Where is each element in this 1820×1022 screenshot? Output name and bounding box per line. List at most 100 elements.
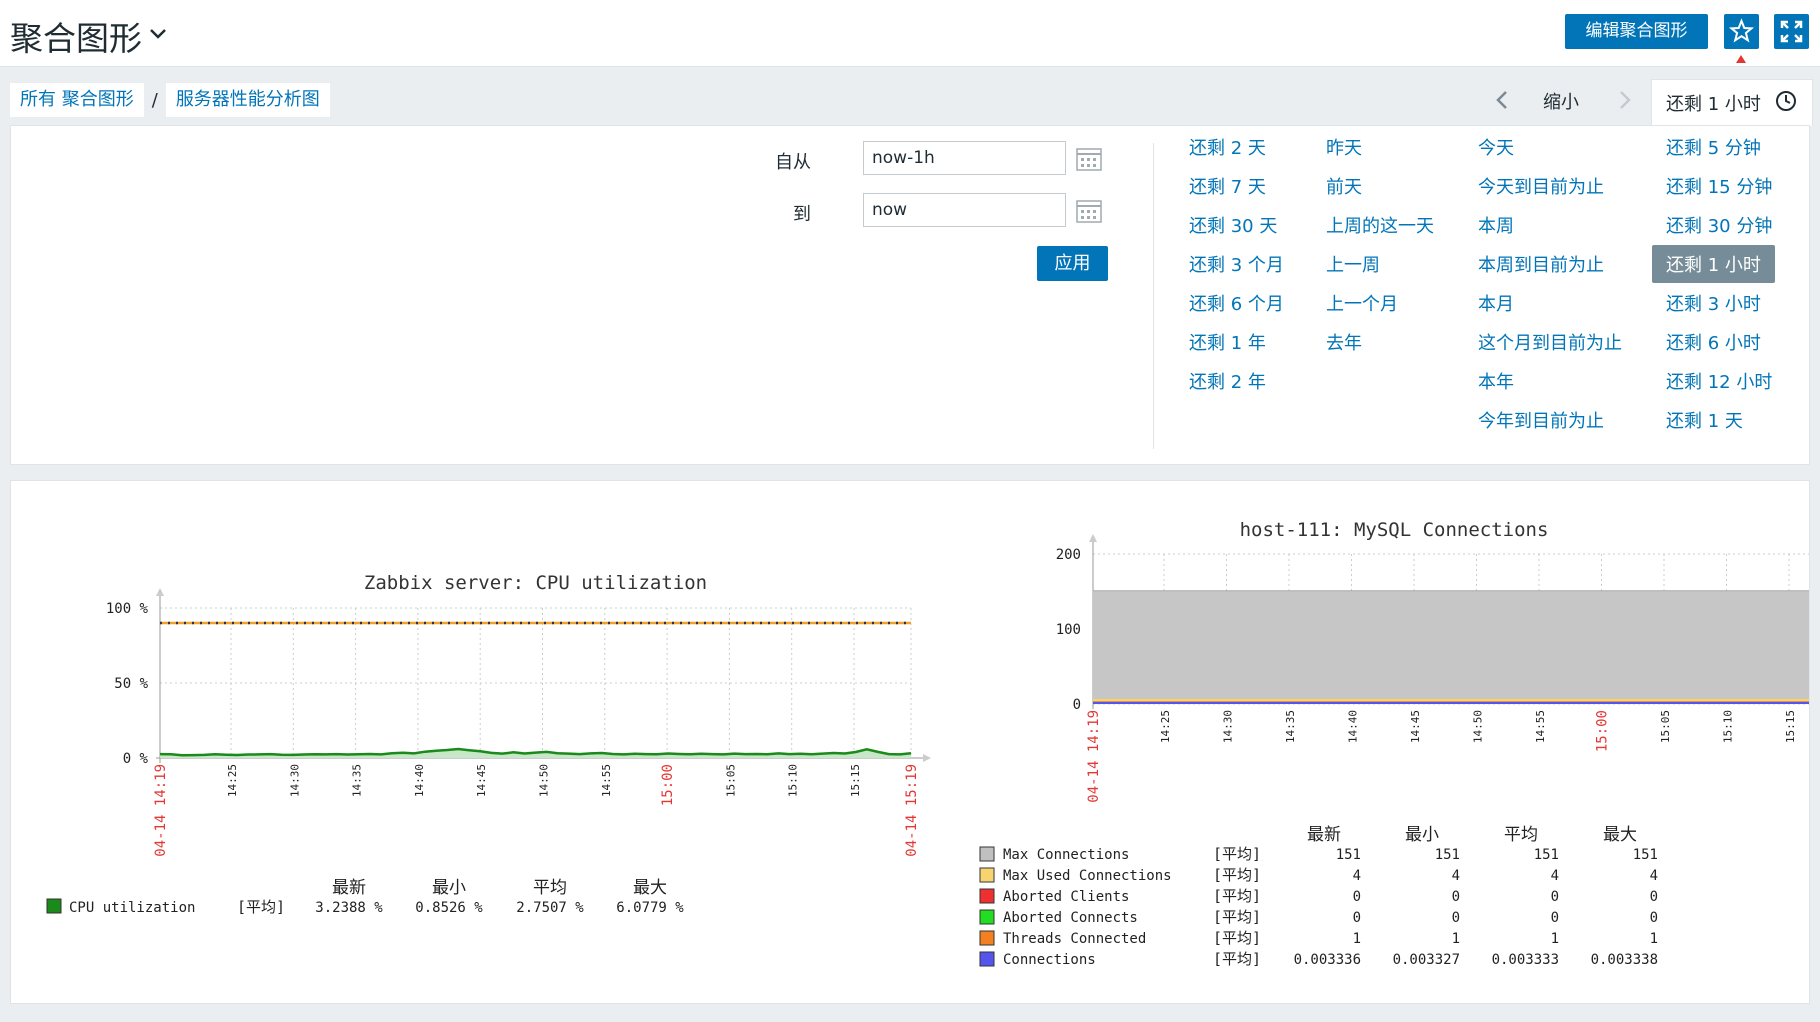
- legend-header: 最小: [1405, 825, 1439, 845]
- legend-value: 0.003338: [1591, 952, 1658, 968]
- legend-series-name: Max Connections: [1003, 847, 1129, 863]
- quick-range-link[interactable]: 还剩 1 年: [1189, 329, 1266, 355]
- x-tick-label: 14:50: [538, 764, 551, 797]
- legend-value: 0: [1452, 889, 1460, 905]
- x-tick-label: 15:05: [1659, 710, 1672, 743]
- chart-title: host-111: MySQL Connections: [1240, 519, 1549, 541]
- quick-range-link[interactable]: 还剩 15 分钟: [1666, 173, 1772, 199]
- time-range-label: 还剩 1 小时: [1666, 94, 1761, 115]
- quick-range-link[interactable]: 本周到目前为止: [1478, 251, 1604, 277]
- legend-header: 平均: [1504, 825, 1538, 845]
- quick-range-link[interactable]: 今天: [1478, 134, 1514, 160]
- from-input[interactable]: [863, 141, 1066, 175]
- legend-header: 平均: [533, 878, 567, 898]
- quick-range-link[interactable]: 还剩 5 分钟: [1666, 134, 1761, 160]
- page-title[interactable]: 聚合图形: [10, 12, 142, 60]
- top-header: 聚合图形 编辑聚合图形: [0, 0, 1820, 67]
- legend-value: 0.8526 %: [415, 900, 483, 916]
- quick-range-link[interactable]: 还剩 2 年: [1189, 368, 1266, 394]
- calendar-icon[interactable]: [1076, 198, 1102, 224]
- quick-range-link[interactable]: 还剩 3 小时: [1666, 290, 1761, 316]
- chart-title: Zabbix server: CPU utilization: [364, 572, 707, 594]
- x-tick-label: 14:40: [1347, 710, 1360, 743]
- legend-value: 0: [1353, 889, 1361, 905]
- favorite-button[interactable]: [1724, 14, 1759, 49]
- legend-header: 最新: [1307, 825, 1341, 845]
- y-tick-label: 0 %: [123, 751, 149, 767]
- legend-series-name: Connections: [1003, 952, 1096, 968]
- quick-range-link[interactable]: 上一周: [1326, 251, 1380, 277]
- x-tick-label: 14:40: [413, 764, 426, 797]
- legend-function: [平均]: [1213, 845, 1261, 863]
- legend-series-name: Threads Connected: [1003, 931, 1146, 947]
- legend-function: [平均]: [1213, 908, 1261, 926]
- y-tick-label: 200: [1056, 547, 1081, 563]
- time-filter-panel: 自从 到 应用 还剩 2 天还剩 7 天还剩 30 天还剩 3 个月还剩 6 个…: [10, 125, 1810, 465]
- quick-range-link[interactable]: 本周: [1478, 212, 1514, 238]
- quick-range-link[interactable]: 还剩 30 天: [1189, 212, 1277, 238]
- chevron-right-icon[interactable]: [1613, 86, 1637, 114]
- x-tick-label: 14:45: [475, 764, 488, 797]
- star-icon: [1728, 18, 1755, 43]
- legend-value: 3.2388 %: [315, 900, 383, 916]
- apply-button[interactable]: 应用: [1037, 246, 1108, 281]
- graph-panel: Zabbix server: CPU utilization 100 % 50 % 0…: [10, 480, 1816, 1004]
- zoom-out-button[interactable]: 缩小: [1543, 88, 1579, 114]
- legend-value: 4: [1452, 868, 1460, 884]
- x-tick-label: 15:15: [1784, 710, 1797, 743]
- quick-range-link[interactable]: 昨天: [1326, 134, 1362, 160]
- chevron-left-icon[interactable]: [1490, 86, 1514, 114]
- time-range-tab[interactable]: 还剩 1 小时: [1651, 79, 1813, 126]
- quick-range-link[interactable]: 今天到目前为止: [1478, 173, 1604, 199]
- calendar-icon[interactable]: [1076, 146, 1102, 172]
- legend-header: 最大: [1603, 825, 1637, 845]
- legend-value: 0: [1551, 889, 1559, 905]
- legend-value: 151: [1336, 847, 1361, 863]
- x-tick-label: 04-14 14:19: [153, 764, 169, 857]
- quick-range-link[interactable]: 前天: [1326, 173, 1362, 199]
- quick-range-link[interactable]: 还剩 1 天: [1666, 407, 1743, 433]
- quick-range-link[interactable]: 还剩 30 分钟: [1666, 212, 1772, 238]
- legend-header: 最新: [332, 878, 366, 898]
- quick-range-link[interactable]: 去年: [1326, 329, 1362, 355]
- legend-swatch: [979, 867, 995, 883]
- x-tick-label: 14:35: [1284, 710, 1297, 743]
- quick-range-link[interactable]: 还剩 6 小时: [1666, 329, 1761, 355]
- legend-value: 1: [1650, 931, 1658, 947]
- quick-range-link[interactable]: 这个月到目前为止: [1478, 329, 1622, 355]
- quick-range-link[interactable]: 本年: [1478, 368, 1514, 394]
- to-input[interactable]: [863, 193, 1066, 227]
- edit-screen-button[interactable]: 编辑聚合图形: [1565, 14, 1708, 49]
- fullscreen-icon: [1780, 20, 1803, 43]
- quick-range-link[interactable]: 上周的这一天: [1326, 212, 1434, 238]
- legend-value: 1: [1353, 931, 1361, 947]
- x-tick-label: 14:25: [1159, 710, 1172, 743]
- legend-value: 151: [1633, 847, 1658, 863]
- legend-function: [平均]: [1213, 950, 1261, 968]
- quick-range-link[interactable]: 还剩 12 小时: [1666, 368, 1772, 394]
- legend-value: 0: [1650, 910, 1658, 926]
- legend-swatch: [979, 846, 995, 862]
- clock-icon: [1776, 91, 1796, 111]
- quick-range-link[interactable]: 上一个月: [1326, 290, 1398, 316]
- quick-range-link[interactable]: 还剩 2 天: [1189, 134, 1266, 160]
- quick-range-link[interactable]: 还剩 6 个月: [1189, 290, 1284, 316]
- breadcrumb: 所有 聚合图形 / 服务器性能分析图: [10, 83, 330, 117]
- breadcrumb-separator: /: [151, 89, 158, 111]
- legend-swatch: [979, 888, 995, 904]
- fullscreen-button[interactable]: [1774, 14, 1809, 49]
- legend-series-name: Max Used Connections: [1003, 868, 1172, 884]
- quick-range-link[interactable]: 今年到目前为止: [1478, 407, 1604, 433]
- y-axis-arrow: [1089, 534, 1097, 542]
- quick-range-link[interactable]: 还剩 3 个月: [1189, 251, 1284, 277]
- breadcrumb-current-screen[interactable]: 服务器性能分析图: [165, 83, 330, 117]
- breadcrumb-all-screens[interactable]: 所有 聚合图形: [10, 83, 144, 117]
- legend-value: 151: [1534, 847, 1559, 863]
- x-tick-label: 15:10: [1722, 710, 1735, 743]
- chevron-down-icon[interactable]: [147, 22, 169, 44]
- quick-range-link[interactable]: 本月: [1478, 290, 1514, 316]
- legend-value: 1: [1452, 931, 1460, 947]
- x-tick-label: 14:45: [1409, 710, 1422, 743]
- quick-range-link[interactable]: 还剩 7 天: [1189, 173, 1266, 199]
- quick-range-link[interactable]: 还剩 1 小时: [1652, 245, 1775, 283]
